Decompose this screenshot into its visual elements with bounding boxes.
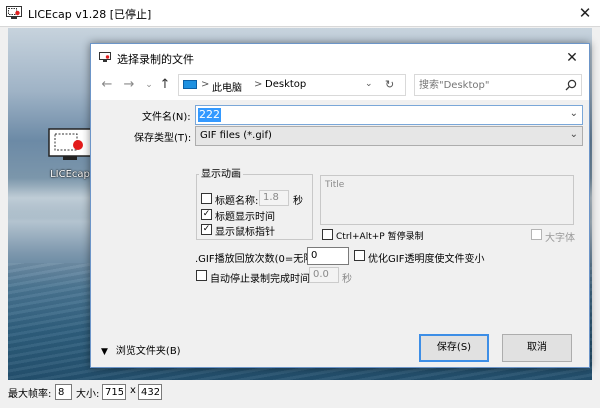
filename-value: 222	[198, 108, 221, 122]
save-button[interactable]: 保存(S)	[419, 334, 489, 362]
refresh-icon[interactable]: ↻	[385, 78, 394, 91]
max-fps-label: 最大帧率:	[8, 389, 52, 400]
licecap-app-icon	[6, 6, 22, 19]
breadcrumb-desktop[interactable]: Desktop	[265, 79, 306, 90]
search-icon[interactable]	[565, 79, 577, 91]
size-x-separator: x	[130, 385, 136, 396]
title-name-unit: 秒	[293, 196, 303, 207]
title-placeholder: Title	[325, 180, 345, 190]
search-box[interactable]	[414, 74, 582, 96]
auto-stop-input[interactable]: 0.0	[309, 267, 339, 283]
chevron-down-icon[interactable]: ⌄	[570, 129, 578, 140]
large-font-checkbox[interactable]	[531, 229, 542, 240]
dialog-titlebar: 选择录制的文件 ✕	[91, 44, 589, 72]
arrow-right-icon[interactable]: →	[121, 77, 137, 93]
breadcrumb-this-pc[interactable]: 此电脑	[212, 79, 242, 94]
app-title: LICEcap v1.28 [已停止]	[28, 8, 152, 21]
chevron-down-icon[interactable]: ⌄	[141, 77, 157, 93]
large-font-label: 大字体	[545, 233, 575, 244]
breadcrumb-separator: >	[201, 79, 210, 90]
filetype-value: GIF files (*.gif)	[200, 130, 272, 141]
main-statusbar: 最大帧率: 大小: x	[0, 380, 600, 408]
show-cursor-label: 显示鼠标指针	[215, 227, 275, 238]
auto-stop-unit: 秒	[342, 274, 352, 285]
browse-folders-toggle[interactable]: ▼ 浏览文件夹(B)	[101, 342, 181, 357]
filename-label: 文件名(N):	[142, 112, 191, 123]
close-icon[interactable]: ✕	[574, 2, 596, 24]
filetype-select[interactable]: GIF files (*.gif) ⌄	[195, 126, 583, 146]
size-label: 大小:	[76, 389, 100, 400]
browse-folders-label: 浏览文件夹(B)	[115, 346, 181, 357]
auto-stop-checkbox[interactable]	[196, 270, 207, 281]
chevron-down-icon[interactable]: ⌄	[570, 108, 578, 119]
height-input[interactable]	[138, 384, 162, 400]
optimize-gif-label: 优化GIF透明度使文件变小	[368, 254, 485, 265]
optimize-gif-checkbox[interactable]	[354, 250, 365, 261]
chevron-down-icon[interactable]: ⌄	[365, 79, 373, 89]
arrow-up-icon[interactable]: ↑	[157, 77, 173, 93]
address-bar[interactable]: > 此电脑 > Desktop ⌄ ↻	[178, 74, 406, 96]
filename-field[interactable]: 222 ⌄	[195, 105, 583, 125]
show-title-time-label: 标题显示时间	[215, 212, 275, 223]
title-name-input[interactable]: 1.8	[259, 190, 289, 206]
dialog-close-icon[interactable]: ✕	[561, 47, 583, 69]
navigation-bar: ← → ⌄ ↑ > 此电脑 > Desktop ⌄ ↻	[91, 72, 589, 100]
show-cursor-checkbox[interactable]: ✓	[201, 224, 212, 235]
show-title-time-checkbox[interactable]: ✓	[201, 209, 212, 220]
dialog-title: 选择录制的文件	[117, 53, 194, 66]
save-file-dialog: 选择录制的文件 ✕ ← → ⌄ ↑ > 此电脑 > Desktop ⌄ ↻ 文件…	[90, 43, 590, 368]
width-input[interactable]	[102, 384, 126, 400]
title-name-label: 标题名称:	[215, 196, 259, 207]
pause-checkbox[interactable]	[322, 229, 333, 240]
loop-count-label: .GIF播放回放次数(0=无限):	[195, 254, 321, 265]
filetype-label: 保存类型(T):	[134, 133, 192, 144]
title-text-box[interactable]: Title	[320, 175, 574, 225]
licecap-desktop-icon	[48, 128, 92, 160]
max-fps-input[interactable]	[55, 384, 72, 400]
computer-icon	[183, 80, 197, 89]
cancel-button[interactable]: 取消	[502, 334, 572, 362]
loop-count-input[interactable]: 0	[307, 247, 349, 265]
group-title: 显示动画	[199, 165, 243, 180]
breadcrumb-separator: >	[254, 79, 263, 90]
chevron-down-icon: ▼	[101, 347, 108, 357]
search-input[interactable]	[417, 77, 557, 93]
auto-stop-label: 自动停止录制完成时间:	[210, 274, 314, 285]
main-titlebar: LICEcap v1.28 [已停止] ✕	[0, 0, 600, 27]
dialog-app-icon	[99, 52, 111, 62]
title-name-checkbox[interactable]	[201, 193, 212, 204]
arrow-left-icon[interactable]: ←	[99, 77, 115, 93]
pause-label: Ctrl+Alt+P 暂停录制	[336, 232, 424, 242]
